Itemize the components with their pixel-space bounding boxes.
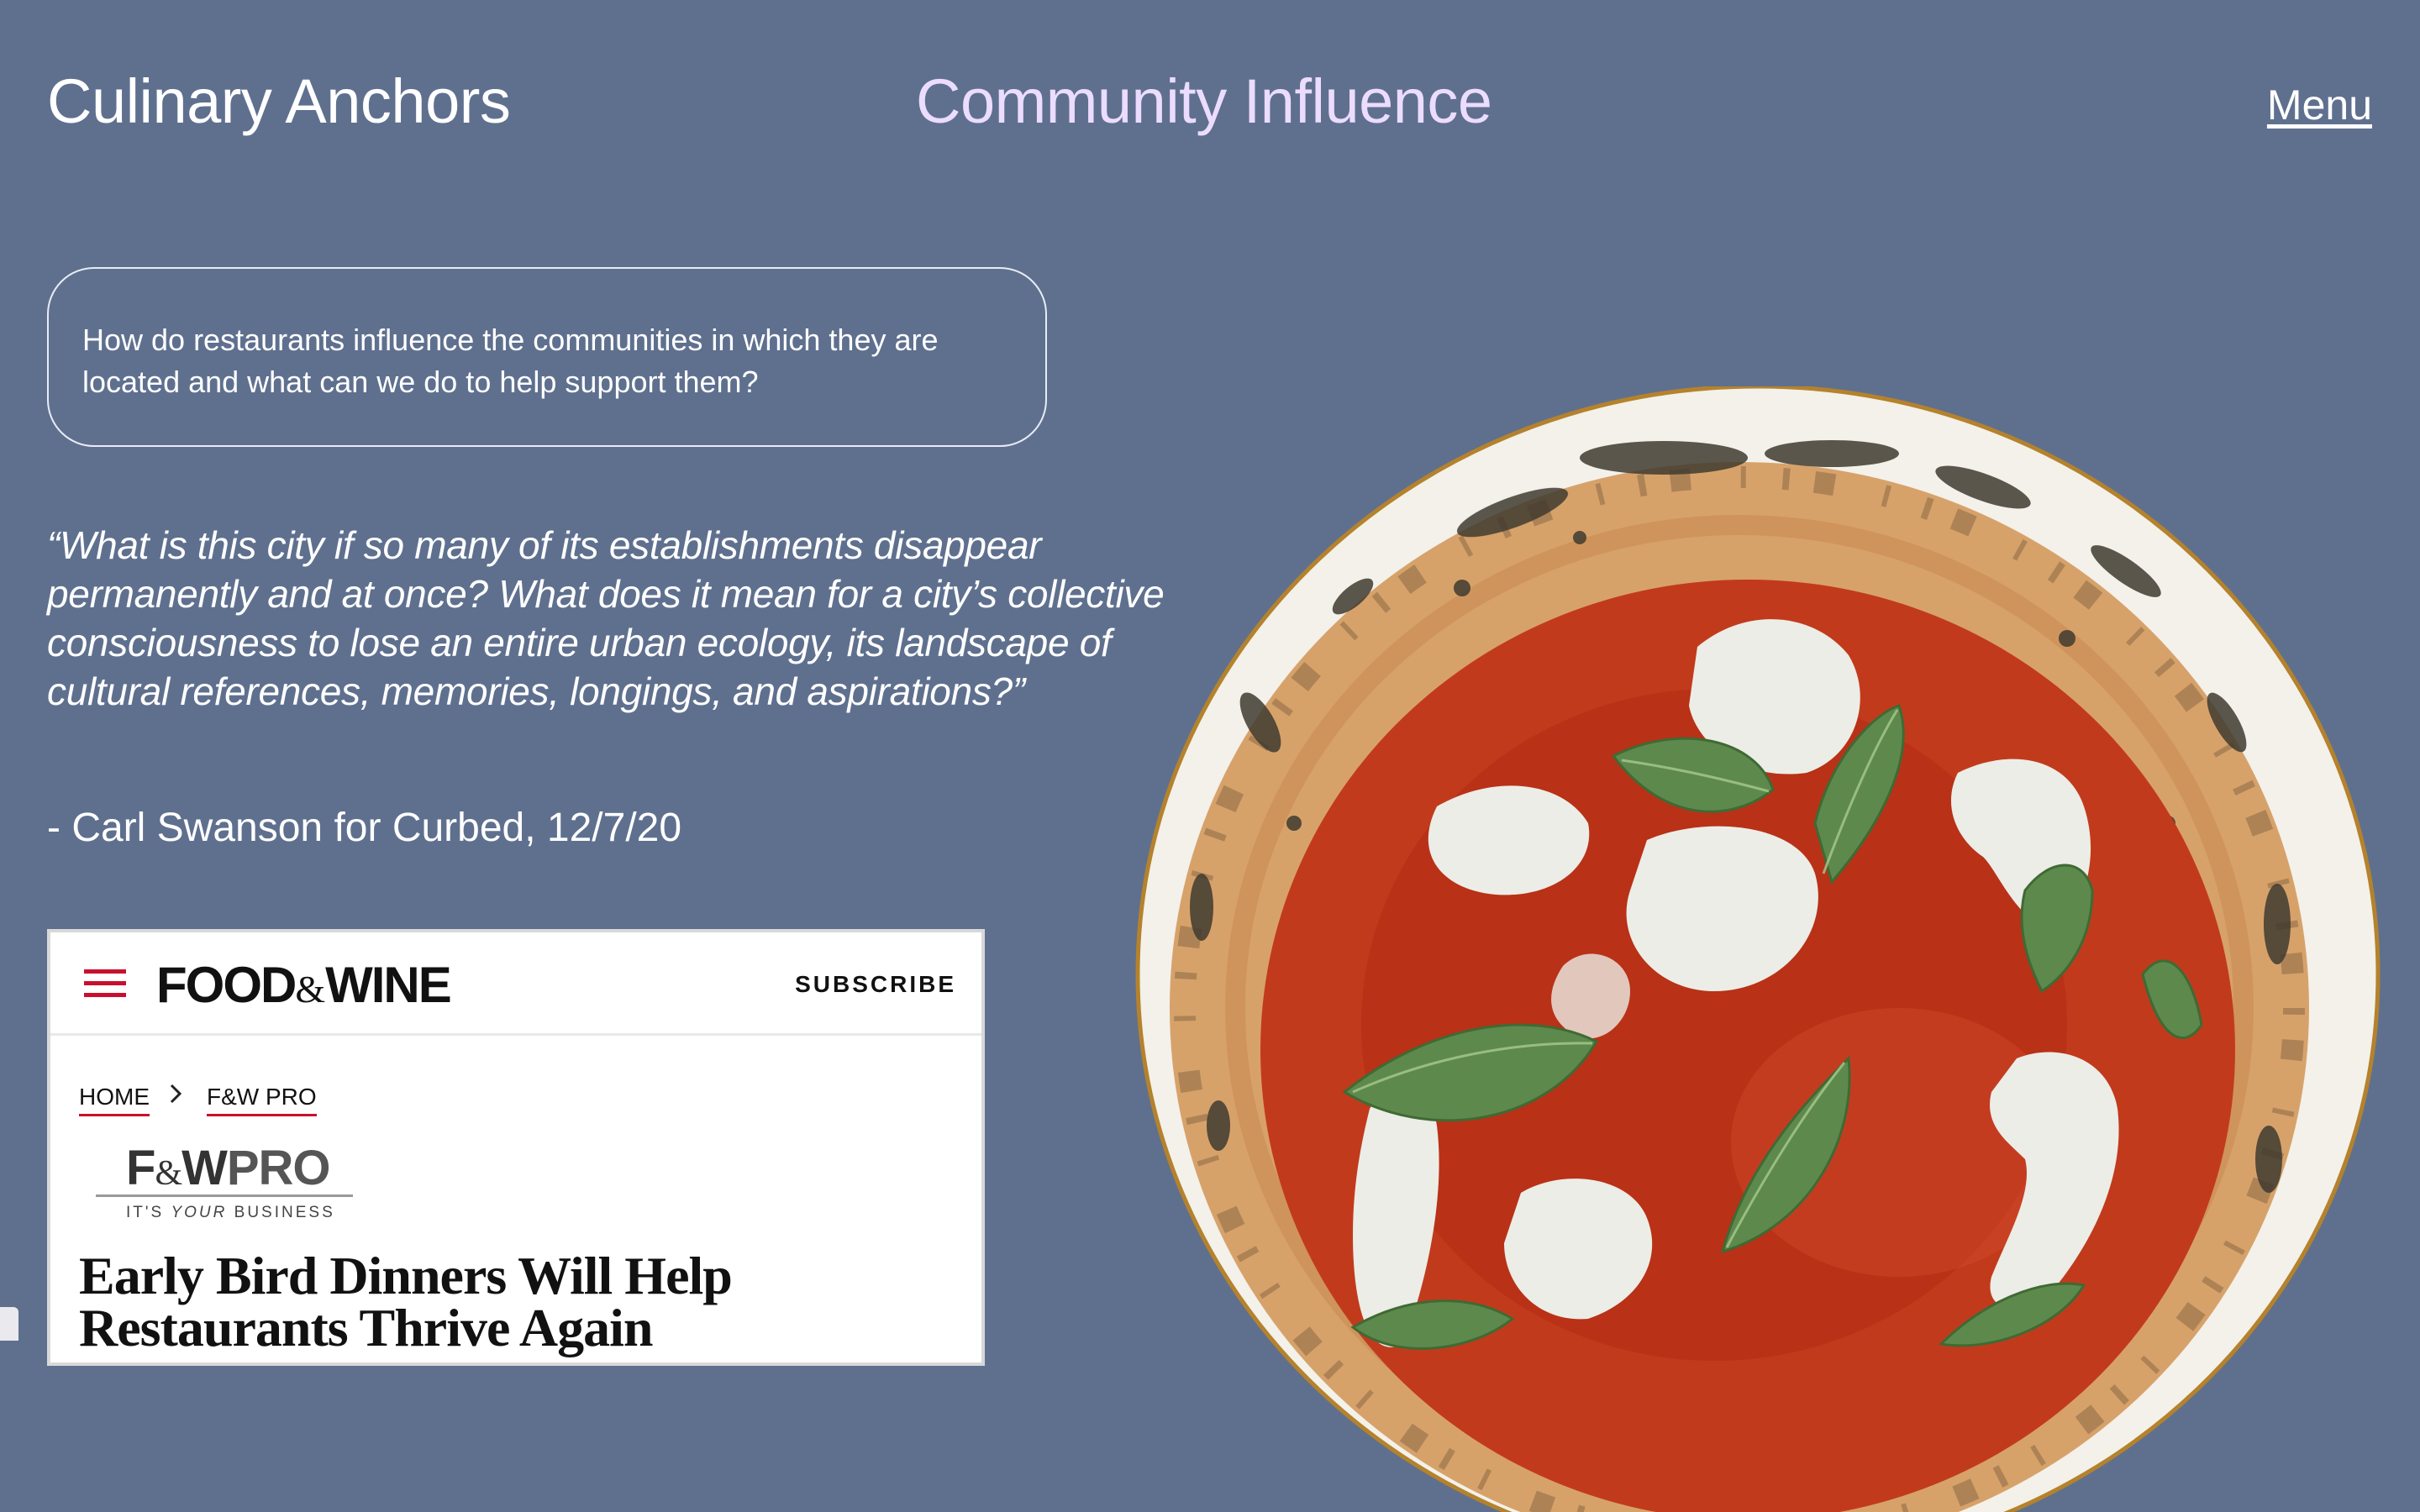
margherita-pizza-illustration xyxy=(1135,386,2381,1512)
breadcrumb-fw-pro[interactable]: F&W PRO xyxy=(207,1084,317,1116)
article-screenshot-card[interactable]: FOOD&WINE SUBSCRIBE HOME F&W PRO F&WPRO … xyxy=(47,929,985,1366)
article-headline[interactable]: Early Bird Dinners Will Help Restaurants… xyxy=(79,1249,970,1355)
scrollbar-handle[interactable] xyxy=(0,1307,18,1341)
fw-pro-logo: F&WPRO IT'S YOUR BUSINESS xyxy=(96,1144,353,1222)
menu-link[interactable]: Menu xyxy=(2267,84,2372,126)
page-title: Community Influence xyxy=(916,66,1492,136)
article-header: FOOD&WINE SUBSCRIBE xyxy=(50,932,981,1036)
hamburger-menu-icon[interactable] xyxy=(84,969,126,998)
breadcrumb-home[interactable]: HOME xyxy=(79,1084,150,1116)
breadcrumb: HOME F&W PRO xyxy=(79,1084,317,1116)
food-and-wine-logo[interactable]: FOOD&WINE xyxy=(156,956,452,1014)
site-title[interactable]: Culinary Anchors xyxy=(47,71,511,133)
subscribe-link[interactable]: SUBSCRIBE xyxy=(795,971,956,998)
pull-quote: “What is this city if so many of its est… xyxy=(47,523,1165,713)
fw-pro-tagline: IT'S YOUR BUSINESS xyxy=(126,1204,335,1221)
chevron-right-icon xyxy=(168,1083,183,1111)
question-box: How do restaurants influence the communi… xyxy=(47,267,1047,447)
question-text: How do restaurants influence the communi… xyxy=(82,323,939,399)
quote-attribution: - Carl Swanson for Curbed, 12/7/20 xyxy=(47,806,682,850)
